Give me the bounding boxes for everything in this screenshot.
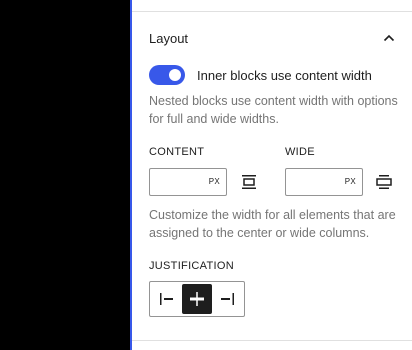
wide-width-input[interactable]	[286, 169, 352, 195]
justify-center-button[interactable]	[182, 284, 212, 314]
wide-width-unit[interactable]: PX	[345, 177, 356, 186]
inner-blocks-toggle-label[interactable]: Inner blocks use content width	[197, 68, 372, 83]
justify-left-icon	[160, 293, 173, 305]
justify-center-icon	[190, 292, 204, 306]
justify-left-button[interactable]	[152, 284, 182, 314]
justification-toggle-group	[149, 281, 245, 317]
layout-panel-title: Layout	[149, 30, 189, 46]
editor-canvas-area	[0, 0, 130, 350]
inner-blocks-content-width-toggle[interactable]	[149, 65, 185, 85]
width-help-text: Customize the width for all elements tha…	[149, 208, 396, 240]
wide-width-control: PX	[285, 168, 363, 196]
align-center-icon	[240, 173, 258, 191]
toggle-knob	[169, 69, 181, 81]
settings-sidebar: Layout Inner blocks use content width Ne…	[132, 0, 412, 350]
content-width-input[interactable]	[150, 169, 216, 195]
content-width-unit[interactable]: PX	[209, 177, 220, 186]
justify-right-button[interactable]	[212, 284, 242, 314]
chevron-up-icon	[381, 30, 397, 46]
inner-blocks-help-text: Nested blocks use content width with opt…	[149, 94, 398, 126]
panel-divider-bottom	[132, 340, 412, 341]
justify-right-icon	[221, 293, 234, 305]
stretch-wide-icon	[375, 173, 393, 191]
layout-panel-toggle[interactable]: Layout	[149, 28, 397, 48]
wide-width-label: WIDE	[285, 146, 315, 158]
panel-divider-top	[132, 11, 412, 12]
content-width-label: CONTENT	[149, 146, 205, 158]
content-width-control: PX	[149, 168, 227, 196]
inner-blocks-toggle-row: Inner blocks use content width	[149, 65, 372, 85]
justification-label: JUSTIFICATION	[149, 260, 234, 272]
